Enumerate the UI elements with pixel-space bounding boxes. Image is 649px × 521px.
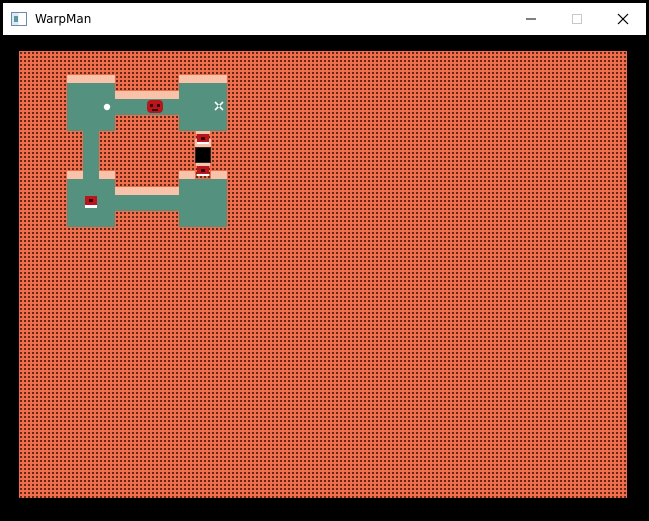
room-bottom-right [179,179,227,227]
maximize-button[interactable] [554,3,600,35]
black-portal-icon [195,147,211,163]
title-bar[interactable]: WarpMan [3,3,646,35]
app-window: WarpMan [0,0,649,521]
red-blob-icon [147,100,163,113]
close-icon [617,13,629,25]
room-bottom-left-ledge [99,171,115,179]
chest-icon [85,196,97,208]
minimize-button[interactable] [508,3,554,35]
room-top-right-ledge [179,75,227,83]
close-button[interactable] [600,3,646,35]
minimize-icon [526,18,536,20]
corridor-bottom [115,195,179,211]
window-controls [508,3,646,35]
window-title: WarpMan [35,12,92,26]
room-bottom-left-ledge [67,171,83,179]
x-marker-icon [214,101,224,111]
room-top-left-ledge [67,75,115,83]
chest-icon [196,131,210,144]
room-bottom-right-ledge [179,171,195,179]
maximize-icon [572,14,582,24]
corridor-left [83,131,99,179]
corridor-bottom-ledge [115,187,179,195]
game-canvas[interactable] [19,51,627,498]
player-icon [103,103,111,111]
room-bottom-right-ledge [211,171,227,179]
chest-icon [196,163,210,176]
app-icon [11,12,27,26]
